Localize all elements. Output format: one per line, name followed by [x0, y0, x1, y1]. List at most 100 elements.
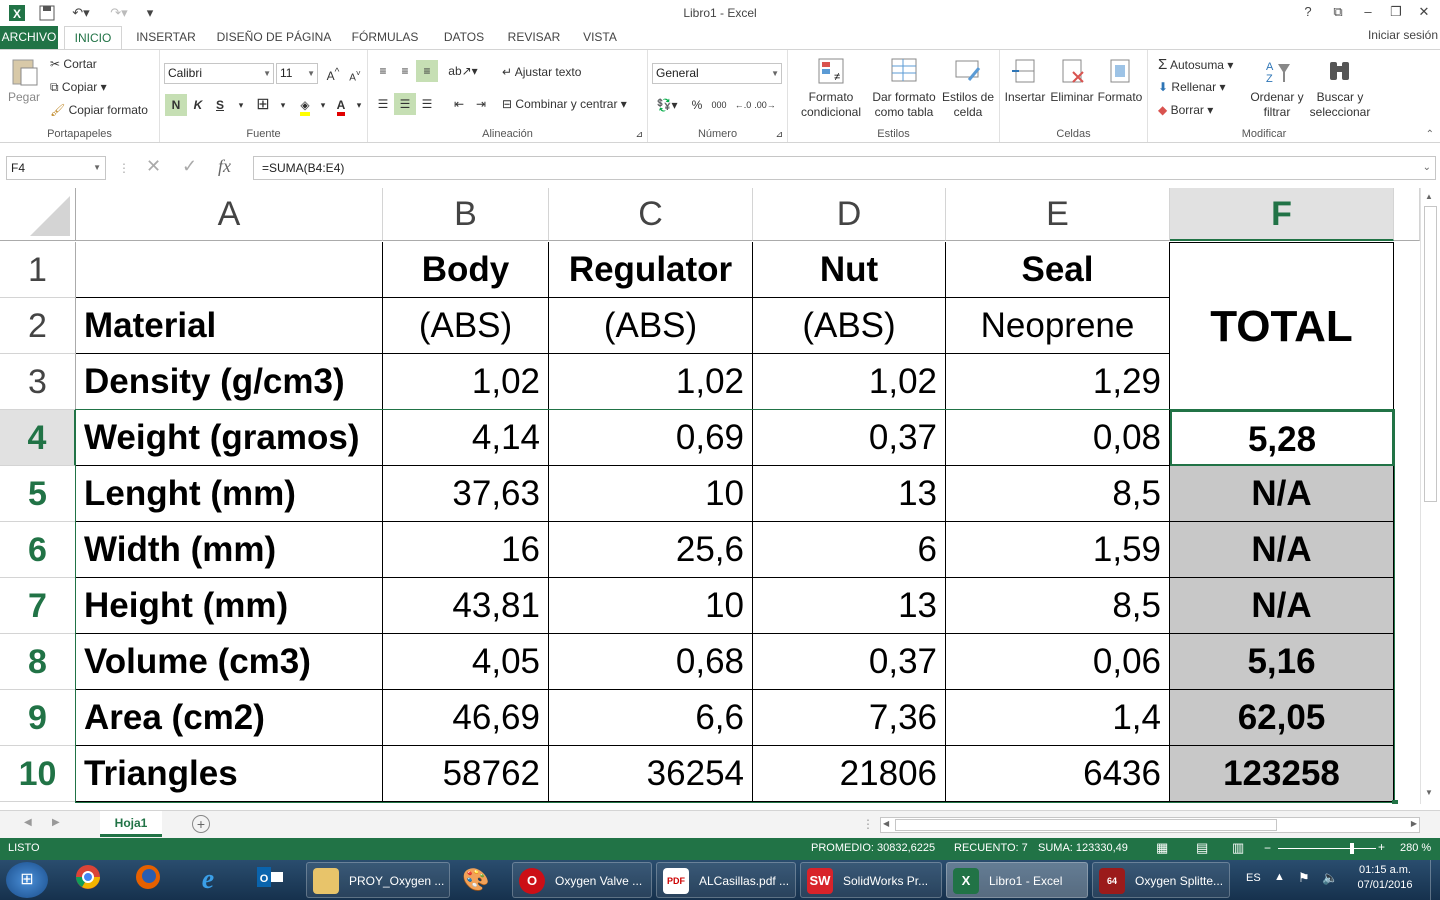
column-header-a[interactable]: A [76, 188, 383, 241]
percent-button[interactable]: % [686, 94, 708, 116]
cell-d8[interactable]: 0,37 [753, 634, 946, 690]
align-middle-icon[interactable]: ≡ [394, 60, 416, 82]
page-break-icon[interactable]: ▥ [1232, 840, 1244, 856]
column-header-g[interactable] [1394, 188, 1420, 241]
dialog-launcher-icon[interactable]: ⊿ [775, 129, 783, 140]
orientation-icon[interactable]: ab↗▾ [448, 60, 478, 82]
zoom-slider[interactable] [1278, 848, 1376, 849]
collapse-ribbon-icon[interactable]: ⌃ [1426, 129, 1434, 140]
hscroll-thumb[interactable] [895, 819, 1277, 831]
italic-button[interactable]: K [187, 94, 209, 116]
cell-f9[interactable]: 62,05 [1170, 690, 1394, 746]
clock[interactable]: 01:15 a.m. 07/01/2016 [1352, 864, 1418, 891]
minimize-icon[interactable]: – [1356, 2, 1380, 22]
dialog-launcher-icon[interactable]: ⊿ [635, 129, 643, 140]
align-center-icon[interactable]: ☰ [394, 93, 416, 115]
column-header-e[interactable]: E [946, 188, 1170, 241]
action-center-icon[interactable]: ⚑ [1298, 870, 1310, 886]
fill-handle[interactable] [1392, 800, 1398, 804]
tab-inicio[interactable]: INICIO [64, 26, 122, 50]
row-header-9[interactable]: 9 [0, 690, 76, 746]
help-button[interactable]: ? [1296, 2, 1320, 22]
cell-d5[interactable]: 13 [753, 466, 946, 522]
cell-b6[interactable]: 16 [383, 522, 549, 578]
align-right-icon[interactable]: ☰ [416, 93, 438, 115]
cell-d2[interactable]: (ABS) [753, 298, 946, 354]
cell-a8[interactable]: Volume (cm3) [76, 634, 383, 690]
font-color-dropdown-icon[interactable]: ▾ [348, 94, 370, 116]
borders-dropdown-icon[interactable]: ▾ [272, 94, 294, 116]
select-all-button[interactable] [0, 188, 76, 241]
show-desktop-button[interactable] [1430, 860, 1440, 900]
language-indicator[interactable]: ES [1246, 872, 1261, 884]
currency-icon[interactable]: 💱▾ [652, 94, 682, 116]
cell-d6[interactable]: 6 [753, 522, 946, 578]
cell-a10[interactable]: Triangles [76, 746, 383, 802]
row-header-5[interactable]: 5 [0, 466, 76, 522]
cell-b7[interactable]: 43,81 [383, 578, 549, 634]
tab-revisar[interactable]: REVISAR [502, 26, 566, 49]
decrease-indent-icon[interactable]: ⇤ [448, 93, 470, 115]
font-name-combo[interactable]: Calibri ▼ [164, 63, 274, 84]
cell-a5[interactable]: Lenght (mm) [76, 466, 383, 522]
cell-b8[interactable]: 4,05 [383, 634, 549, 690]
scroll-right-icon[interactable]: ▶ [1411, 819, 1417, 828]
format-as-table-button[interactable]: Dar formato como tabla [870, 56, 938, 120]
copy-button[interactable]: ⧉ Copiar ▾ [50, 80, 107, 95]
cell-f10[interactable]: 123258 [1170, 746, 1394, 802]
cell-a7[interactable]: Height (mm) [76, 578, 383, 634]
cell-f8[interactable]: 5,16 [1170, 634, 1394, 690]
scroll-thumb[interactable] [1424, 206, 1437, 502]
cell-c1[interactable]: Regulator [549, 242, 753, 298]
underline-dropdown-icon[interactable]: ▾ [230, 94, 252, 116]
tab-formulas[interactable]: FÓRMULAS [346, 26, 424, 49]
cell-d1[interactable]: Nut [753, 242, 946, 298]
cell-e1[interactable]: Seal [946, 242, 1170, 298]
wrap-text-button[interactable]: ↵ Ajustar texto [502, 65, 581, 79]
start-button-icon[interactable]: ⊞ [6, 862, 48, 898]
cell-a2[interactable]: Material [76, 298, 383, 354]
cell-e9[interactable]: 1,4 [946, 690, 1170, 746]
increase-indent-icon[interactable]: ⇥ [470, 93, 492, 115]
cell-f6[interactable]: N/A [1170, 522, 1394, 578]
volume-icon[interactable]: 🔈 [1322, 870, 1338, 886]
cell-b2[interactable]: (ABS) [383, 298, 549, 354]
insert-function-button[interactable]: fx [218, 156, 231, 177]
cell-d10[interactable]: 21806 [753, 746, 946, 802]
clear-button[interactable]: ◆ Borrar ▾ [1158, 103, 1213, 117]
sort-filter-button[interactable]: AZ Ordenar y filtrar [1250, 56, 1304, 120]
tab-vista[interactable]: VISTA [572, 26, 628, 49]
cell-e4[interactable]: 0,08 [946, 410, 1170, 466]
decrease-decimal-icon[interactable]: .00→ [754, 94, 776, 116]
scroll-down-icon[interactable]: ▼ [1425, 788, 1433, 797]
restore-icon[interactable]: ❐ [1384, 2, 1408, 22]
enter-icon[interactable]: ✓ [182, 156, 197, 177]
cell-e5[interactable]: 8,5 [946, 466, 1170, 522]
taskbar-excel[interactable]: X Libro1 - Excel [946, 862, 1088, 898]
row-header-6[interactable]: 6 [0, 522, 76, 578]
column-header-d[interactable]: D [753, 188, 946, 241]
number-format-combo[interactable]: General ▼ [652, 63, 782, 84]
row-header-3[interactable]: 3 [0, 354, 76, 410]
font-size-combo[interactable]: 11 ▼ [276, 63, 318, 84]
cell-c9[interactable]: 6,6 [549, 690, 753, 746]
cell-d9[interactable]: 7,36 [753, 690, 946, 746]
zoom-slider-thumb[interactable] [1350, 843, 1354, 854]
normal-view-icon[interactable]: ▦ [1156, 840, 1168, 856]
cell-a1[interactable] [76, 242, 383, 298]
cell-a3[interactable]: Density (g/cm3) [76, 354, 383, 410]
cell-a9[interactable]: Area (cm2) [76, 690, 383, 746]
tab-datos[interactable]: DATOS [432, 26, 496, 49]
outlook-icon[interactable]: O [250, 864, 290, 896]
row-header-7[interactable]: 7 [0, 578, 76, 634]
merge-center-button[interactable]: ⊟ Combinar y centrar ▾ [502, 97, 627, 111]
close-icon[interactable]: ✕ [1412, 2, 1436, 22]
cell-c4[interactable]: 0,69 [549, 410, 753, 466]
page-layout-icon[interactable]: ▤ [1196, 840, 1208, 856]
tab-diseno-pagina[interactable]: DISEÑO DE PÁGINA [210, 26, 338, 49]
cancel-icon[interactable]: ✕ [146, 156, 161, 177]
formula-input[interactable]: =SUMA(B4:E4) ⌄ [253, 156, 1436, 180]
show-hidden-icons-icon[interactable]: ▲ [1274, 871, 1285, 883]
cell-f1-total[interactable]: TOTAL [1170, 242, 1394, 410]
bold-button[interactable]: N [165, 94, 187, 116]
